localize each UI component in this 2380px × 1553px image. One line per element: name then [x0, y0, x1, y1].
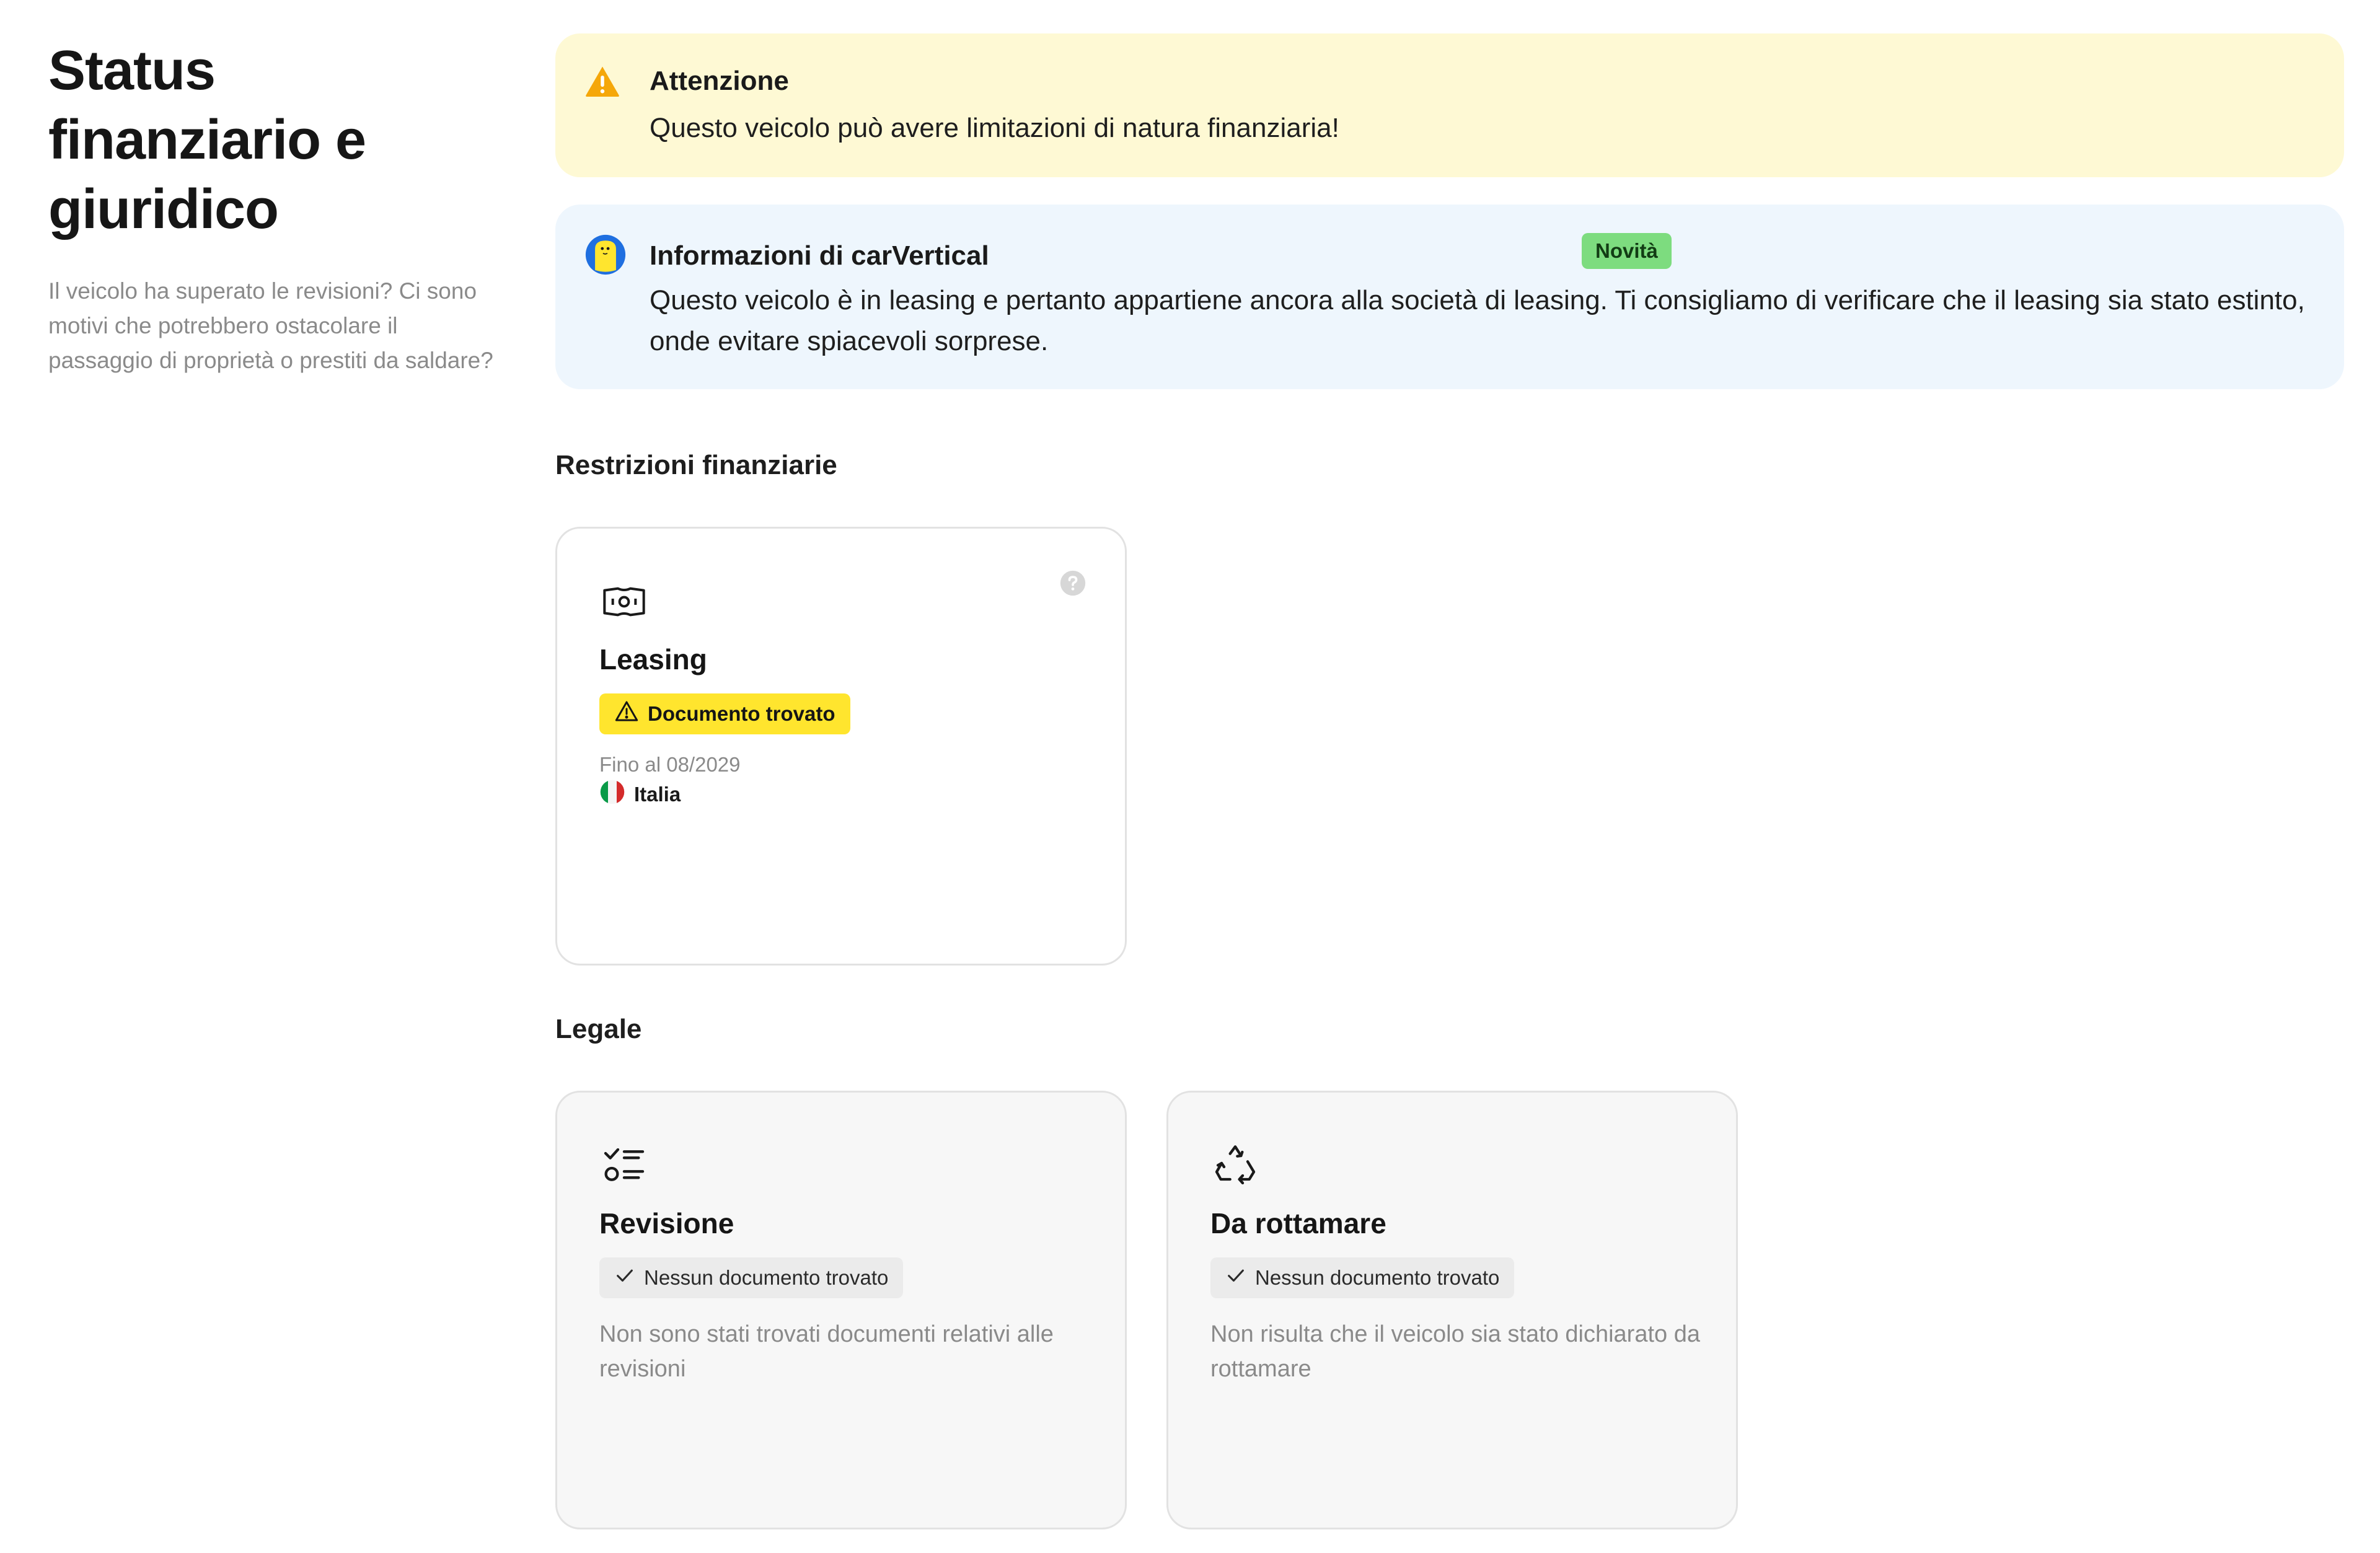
checklist-icon — [599, 1141, 649, 1190]
warning-alert-title: Attenzione — [650, 66, 789, 96]
card-title-revisione: Revisione — [599, 1207, 734, 1239]
status-badge: Documento trovato — [599, 693, 850, 734]
country: Italia — [599, 779, 681, 810]
carvertical-mascot-icon — [584, 233, 627, 279]
section-title-financial: Restrizioni finanziarie — [555, 450, 837, 480]
new-badge: Novità — [1582, 233, 1672, 269]
warning-icon — [584, 63, 621, 103]
info-alert-title: Informazioni di carVertical — [650, 240, 989, 271]
info-alert-text: Questo veicolo è in leasing e pertanto a… — [650, 285, 2305, 356]
card-description: Non sono stati trovati documenti relativ… — [599, 1321, 1054, 1382]
status-badge-label: Nessun documento trovato — [644, 1266, 889, 1289]
rottamare-card[interactable]: Da rottamare Nessun documento trovato No… — [1166, 1091, 1738, 1529]
banknote-icon — [599, 577, 649, 627]
section-title-legal: Legale — [555, 1014, 642, 1044]
leasing-until: Fino al 08/2029 — [599, 753, 741, 776]
info-alert: Informazioni di carVertical Novità Quest… — [555, 205, 2344, 389]
recycle-icon — [1210, 1141, 1260, 1190]
country-label: Italia — [634, 783, 681, 806]
status-badge-label: Documento trovato — [648, 702, 835, 725]
section-intro: Status finanziario e giuridico Il veicol… — [48, 36, 495, 378]
revisione-card[interactable]: Revisione Nessun documento trovato Non s… — [555, 1091, 1127, 1529]
status-badge-label: Nessun documento trovato — [1255, 1266, 1500, 1289]
card-title-rottamare: Da rottamare — [1210, 1207, 1386, 1239]
card-title-leasing: Leasing — [599, 643, 707, 675]
check-icon — [614, 1265, 635, 1291]
page-description: Il veicolo ha superato le revisioni? Ci … — [48, 278, 493, 373]
help-icon[interactable] — [1059, 570, 1086, 600]
card-description: Non risulta che il veicolo sia stato dic… — [1210, 1321, 1700, 1382]
italy-flag-icon — [599, 779, 625, 810]
check-icon — [1225, 1265, 1246, 1291]
status-badge: Nessun documento trovato — [1210, 1257, 1515, 1298]
warning-alert-text: Questo veicolo può avere limitazioni di … — [650, 113, 1339, 143]
warning-outline-icon — [614, 699, 639, 729]
warning-alert: Attenzione Questo veicolo può avere limi… — [555, 33, 2344, 177]
page-title: Status finanziario e giuridico — [48, 40, 366, 240]
leasing-card[interactable]: Leasing Documento trovato Fino al 08/202… — [555, 527, 1127, 966]
status-badge: Nessun documento trovato — [599, 1257, 904, 1298]
